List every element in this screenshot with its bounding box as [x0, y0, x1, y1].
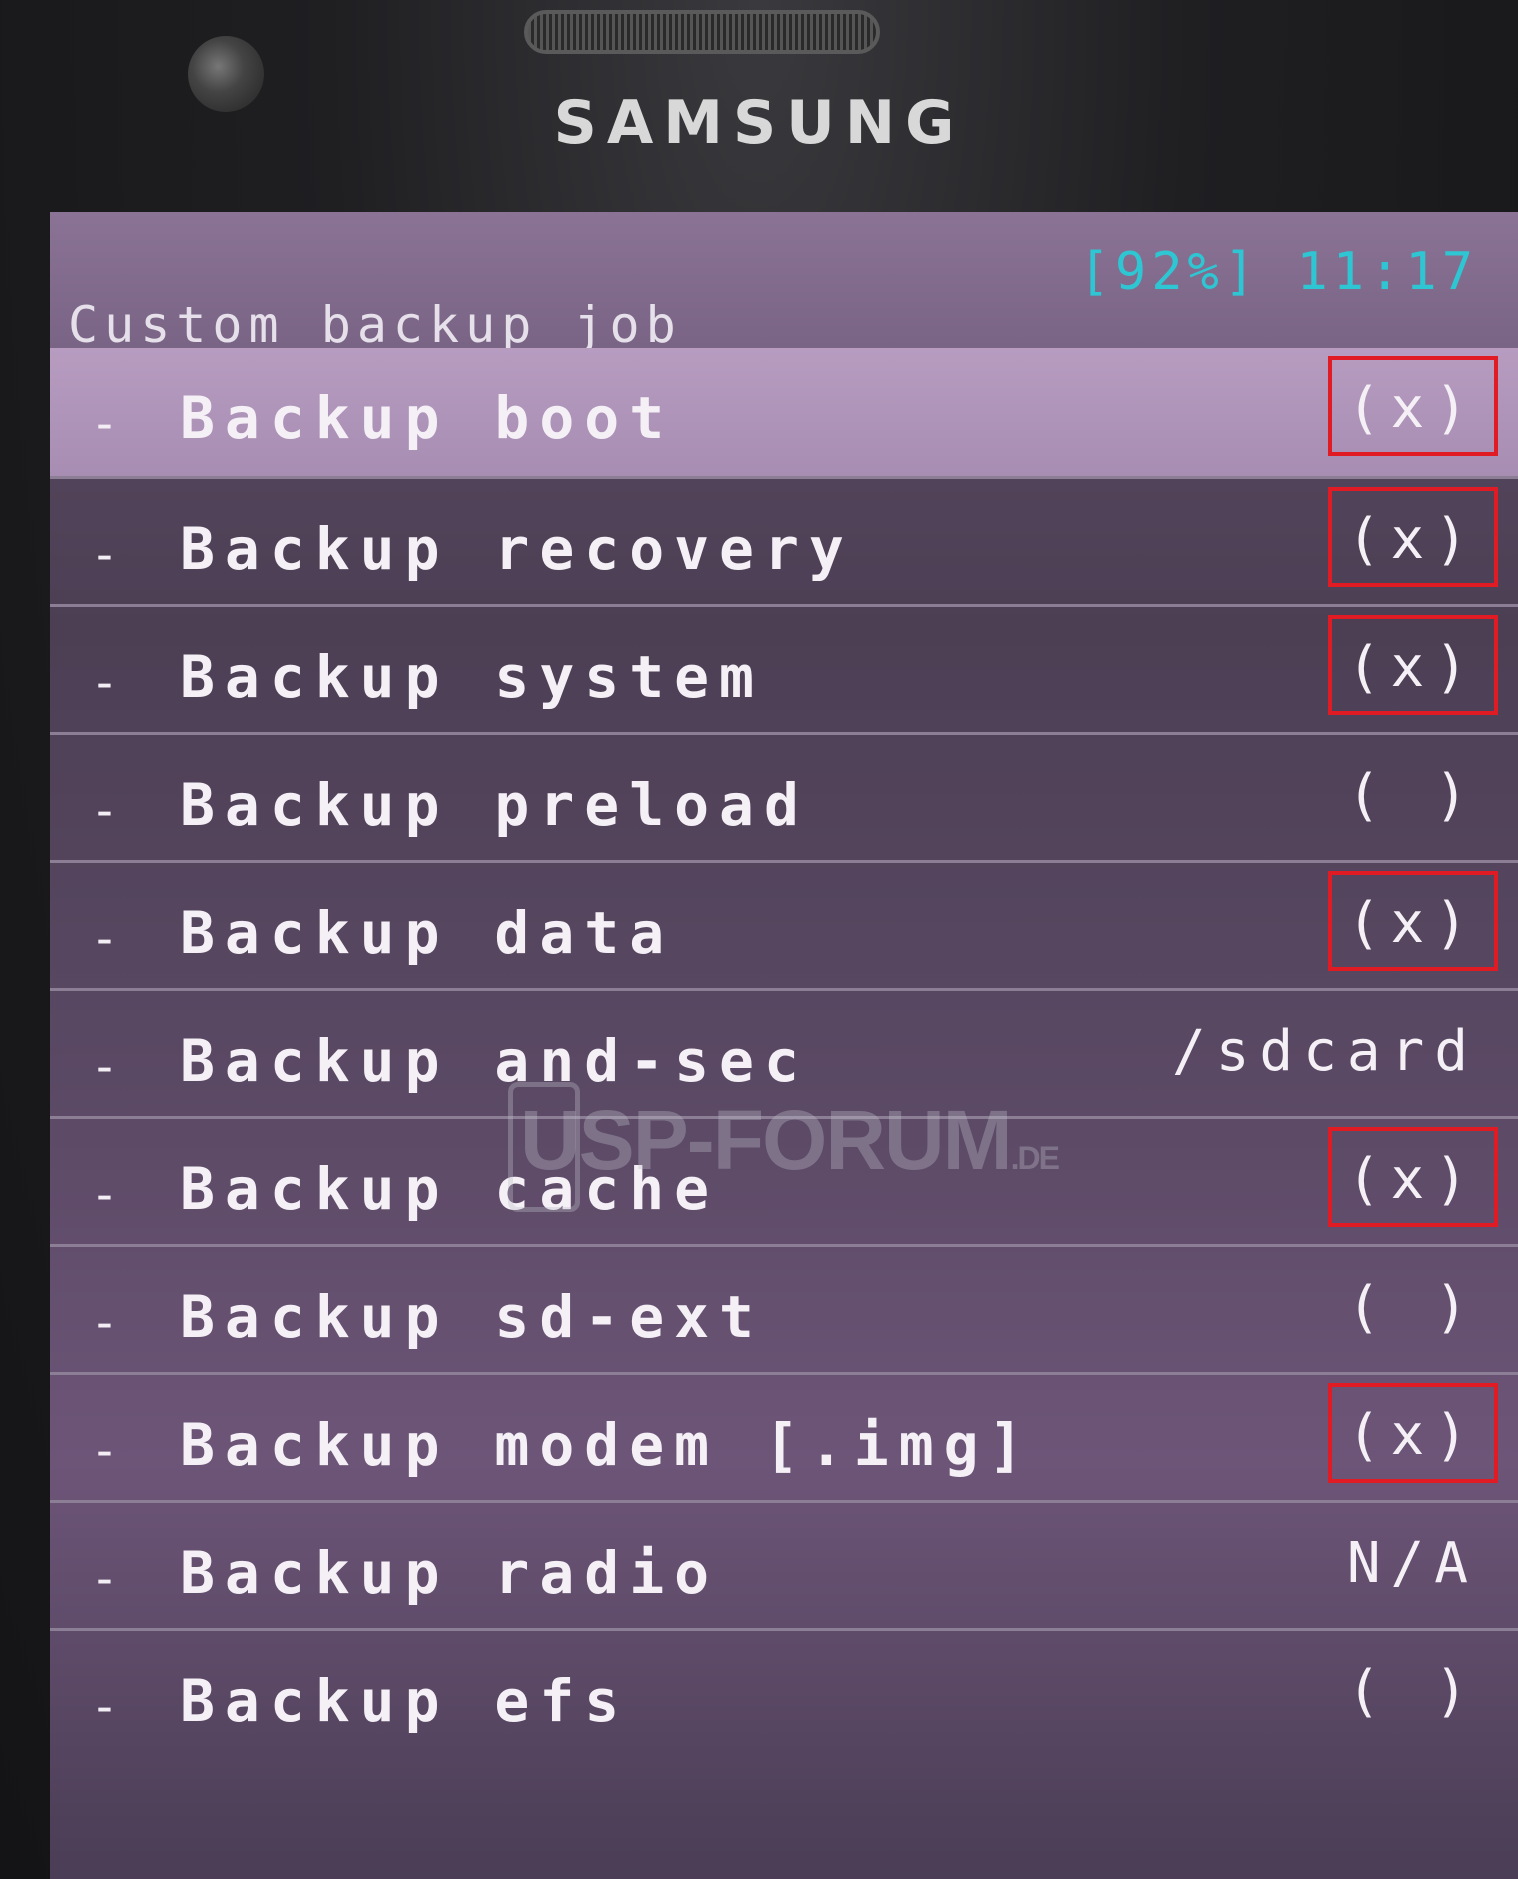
- menu-item-dash: -: [90, 1423, 119, 1479]
- menu-item-label: Backup recovery: [180, 515, 854, 583]
- menu-item-dash: -: [90, 1295, 119, 1351]
- menu-item-checkbox[interactable]: N/A: [1347, 1531, 1478, 1596]
- brand-logo: SAMSUNG: [553, 88, 965, 158]
- menu-item-label: Backup sd-ext: [180, 1283, 764, 1351]
- menu-item[interactable]: - Backup sd-ext ( ): [50, 1244, 1518, 1372]
- menu-item-dash: -: [90, 655, 119, 711]
- red-highlight-box: [1328, 1127, 1498, 1227]
- menu-item[interactable]: - Backup preload ( ): [50, 732, 1518, 860]
- menu-item-label: Backup system: [180, 643, 764, 711]
- menu-item-label: Backup efs: [180, 1667, 630, 1735]
- menu-item[interactable]: - Backup data (x): [50, 860, 1518, 988]
- menu-item[interactable]: - Backup efs ( ): [50, 1628, 1518, 1756]
- recovery-screen: Custom backup job [92%] 11:17 - Backup bo…: [50, 212, 1518, 1879]
- menu-item[interactable]: - Backup recovery (x): [50, 476, 1518, 604]
- red-highlight-box: [1328, 871, 1498, 971]
- menu-header: Custom backup job [92%] 11:17: [50, 212, 1518, 354]
- menu-item-checkbox[interactable]: ( ): [1347, 1659, 1478, 1724]
- page-title: Custom backup job: [68, 296, 682, 354]
- menu-item-dash: -: [90, 911, 119, 967]
- menu-item[interactable]: - Backup radio N/A: [50, 1500, 1518, 1628]
- earpiece-speaker: [524, 10, 880, 54]
- menu-item-label: Backup preload: [180, 771, 809, 839]
- menu-item[interactable]: - Backup system (x): [50, 604, 1518, 732]
- menu-item-dash: -: [90, 527, 119, 583]
- menu-item-label: Backup and-sec: [180, 1027, 809, 1095]
- menu-item-label: Backup radio: [180, 1539, 720, 1607]
- menu-item-checkbox[interactable]: /sdcard: [1172, 1019, 1478, 1084]
- menu-item[interactable]: - Backup modem [.img] (x): [50, 1372, 1518, 1500]
- menu-item[interactable]: - Backup boot (x): [50, 348, 1518, 476]
- menu-item-checkbox[interactable]: ( ): [1347, 1275, 1478, 1340]
- watermark: USP-FORUM.DE: [520, 1093, 1060, 1187]
- menu-item-dash: -: [90, 1039, 119, 1095]
- menu-item-label: Backup boot: [180, 384, 675, 452]
- menu-item-dash: -: [90, 1167, 119, 1223]
- menu-item-label: Backup data: [180, 899, 675, 967]
- menu-item-dash: -: [90, 783, 119, 839]
- phone-frame: SAMSUNG Custom backup job [92%] 11:17 - B…: [0, 0, 1518, 1879]
- red-highlight-box: [1328, 356, 1498, 456]
- battery-clock-status: [92%] 11:17: [1078, 242, 1478, 302]
- menu-item-checkbox[interactable]: ( ): [1347, 763, 1478, 828]
- menu-item-dash: -: [90, 1679, 119, 1735]
- menu-item-dash: -: [90, 1551, 119, 1607]
- red-highlight-box: [1328, 615, 1498, 715]
- menu-item-dash: -: [90, 396, 119, 452]
- menu-item-label: Backup modem [.img]: [180, 1411, 1034, 1479]
- red-highlight-box: [1328, 1383, 1498, 1483]
- red-highlight-box: [1328, 487, 1498, 587]
